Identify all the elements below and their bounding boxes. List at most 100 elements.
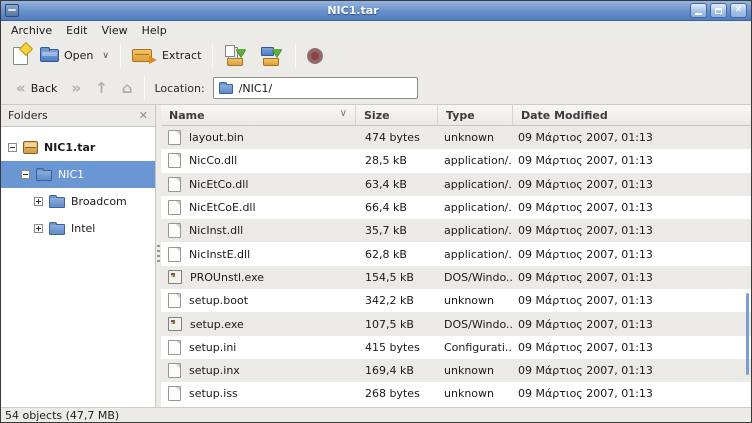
table-row[interactable]: NicInstE.dll 62,8 kB application/... 09 … — [161, 242, 751, 265]
file-name-cell: setup.iss — [161, 386, 356, 401]
window-title: NIC1.tar — [19, 4, 687, 17]
file-name: PROUnstl.exe — [190, 271, 264, 284]
file-size: 28,5 kB — [356, 154, 438, 167]
main-area: Folders ✕ NIC1.tar NIC1 Broadcom — [1, 104, 751, 407]
table-row[interactable]: layout.bin 474 bytes unknown 09 Μάρτιος … — [161, 126, 751, 149]
file-type: application/... — [438, 201, 513, 214]
tree-item-archive-root[interactable]: NIC1.tar — [1, 134, 155, 161]
extract-label: Extract — [162, 49, 201, 62]
file-date: 09 Μάρτιος 2007, 01:13 — [513, 131, 751, 144]
forward-icon: » — [71, 82, 81, 94]
menu-archive[interactable]: Archive — [4, 22, 59, 39]
column-header-date[interactable]: Date Modified — [513, 105, 751, 125]
location-label: Location: — [154, 82, 204, 95]
list-body: layout.bin 474 bytes unknown 09 Μάρτιος … — [161, 126, 751, 407]
expand-icon[interactable] — [34, 197, 43, 206]
file-icon — [168, 363, 181, 378]
forward-button[interactable]: » — [64, 79, 88, 97]
table-row[interactable]: setup.inx 169,4 kB unknown 09 Μάρτιος 20… — [161, 359, 751, 382]
table-row[interactable]: PROUnstl.exe 154,5 kB DOS/Windo... 09 Μά… — [161, 266, 751, 289]
folder-tree: NIC1.tar NIC1 Broadcom Intel — [1, 127, 155, 407]
table-row[interactable]: NicCo.dll 28,5 kB application/... 09 Μάρ… — [161, 149, 751, 172]
file-size: 35,7 kB — [356, 224, 438, 237]
file-icon — [168, 130, 181, 145]
menu-view[interactable]: View — [94, 22, 134, 39]
panel-close-icon[interactable]: ✕ — [139, 109, 148, 122]
file-size: 415 bytes — [356, 341, 438, 354]
menu-help[interactable]: Help — [135, 22, 174, 39]
add-folder-button[interactable] — [254, 42, 290, 69]
file-icon — [168, 386, 181, 401]
add-folder-icon — [260, 45, 284, 66]
column-header-name[interactable]: Name ∨ — [161, 105, 356, 125]
back-label: Back — [31, 82, 58, 95]
file-date: 09 Μάρτιος 2007, 01:13 — [513, 248, 751, 261]
table-row[interactable]: NicEtCoE.dll 66,4 kB application/... 09 … — [161, 196, 751, 219]
up-button[interactable]: ↑ — [88, 79, 115, 97]
file-icon — [168, 247, 181, 262]
tree-item-label: Broadcom — [71, 195, 127, 208]
file-name: layout.bin — [189, 131, 244, 144]
file-name-cell: PROUnstl.exe — [161, 270, 356, 284]
file-date: 09 Μάρτιος 2007, 01:13 — [513, 387, 751, 400]
back-icon: « — [16, 82, 26, 94]
minimize-button[interactable] — [690, 3, 707, 18]
new-archive-button[interactable] — [7, 44, 34, 68]
tree-item-nic1[interactable]: NIC1 — [1, 161, 155, 188]
folder-icon — [36, 170, 52, 181]
add-files-button[interactable] — [218, 42, 254, 69]
file-type: application/... — [438, 248, 513, 261]
location-input[interactable]: /NIC1/ — [213, 77, 418, 99]
file-size: 63,4 kB — [356, 178, 438, 191]
table-row[interactable]: setup.iss 268 bytes unknown 09 Μάρτιος 2… — [161, 382, 751, 405]
stop-icon — [307, 48, 323, 64]
file-name-cell: NicInst.dll — [161, 223, 356, 238]
list-header: Name ∨ Size Type Date Modified — [161, 105, 751, 126]
file-name-cell: setup.boot — [161, 293, 356, 308]
expand-icon[interactable] — [34, 224, 43, 233]
home-button[interactable]: ⌂ — [115, 79, 140, 97]
file-date: 09 Μάρτιος 2007, 01:13 — [513, 224, 751, 237]
file-list: Name ∨ Size Type Date Modified layout.bi… — [161, 105, 751, 407]
file-type: unknown — [438, 364, 513, 377]
table-row[interactable]: NicEtCo.dll 63,4 kB application/... 09 Μ… — [161, 173, 751, 196]
file-icon — [168, 293, 181, 308]
open-button[interactable]: Open ∨ — [34, 46, 115, 65]
maximize-button[interactable] — [710, 3, 727, 18]
file-name: setup.exe — [190, 318, 244, 331]
folders-panel-header: Folders ✕ — [1, 105, 155, 127]
tree-item-broadcom[interactable]: Broadcom — [1, 188, 155, 215]
file-name-cell: NicEtCoE.dll — [161, 200, 356, 215]
file-size: 66,4 kB — [356, 201, 438, 214]
toolbar-separator — [212, 44, 213, 68]
file-type: unknown — [438, 387, 513, 400]
close-button[interactable]: ✕ — [730, 3, 747, 18]
file-type: application/... — [438, 224, 513, 237]
titlebar[interactable]: NIC1.tar ✕ — [1, 1, 751, 21]
table-row[interactable]: NicInst.dll 35,7 kB application/... 09 Μ… — [161, 219, 751, 242]
menu-edit[interactable]: Edit — [59, 22, 94, 39]
file-date: 09 Μάρτιος 2007, 01:13 — [513, 178, 751, 191]
collapse-icon[interactable] — [21, 170, 30, 179]
column-header-type[interactable]: Type — [438, 105, 513, 125]
open-dropdown-icon[interactable]: ∨ — [102, 51, 109, 61]
column-header-size[interactable]: Size — [356, 105, 438, 125]
tree-item-intel[interactable]: Intel — [1, 215, 155, 242]
file-icon — [168, 223, 181, 238]
file-name: setup.ini — [189, 341, 236, 354]
table-row[interactable]: setup.exe 107,5 kB DOS/Windo... 09 Μάρτι… — [161, 312, 751, 335]
collapse-icon[interactable] — [8, 143, 17, 152]
stop-button[interactable] — [301, 45, 329, 67]
navigation-bar: « Back » ↑ ⌂ Location: /NIC1/ — [1, 72, 751, 104]
vertical-scrollbar-thumb[interactable] — [746, 293, 749, 375]
back-button[interactable]: « Back — [9, 79, 64, 98]
file-size: 154,5 kB — [356, 271, 438, 284]
file-type: Configurati... — [438, 341, 513, 354]
extract-icon — [132, 49, 152, 62]
extract-button[interactable]: Extract — [126, 46, 207, 65]
table-row[interactable]: setup.ini 415 bytes Configurati... 09 Μά… — [161, 336, 751, 359]
toolbar-separator — [120, 44, 121, 68]
file-name: setup.boot — [189, 294, 248, 307]
table-row[interactable]: setup.boot 342,2 kB unknown 09 Μάρτιος 2… — [161, 289, 751, 312]
file-date: 09 Μάρτιος 2007, 01:13 — [513, 341, 751, 354]
